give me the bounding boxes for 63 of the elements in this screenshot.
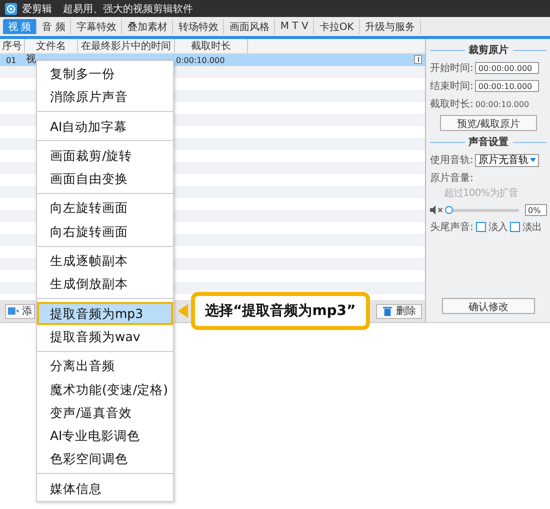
menu-item[interactable]: 分离出音频 — [37, 354, 173, 378]
checkbox-label: 淡入 — [488, 220, 508, 234]
column-header: 在最终影片中的时间 — [78, 39, 175, 53]
menu-item[interactable]: 变声/逼真音效 — [37, 400, 173, 424]
menu-item[interactable]: AI专业电影调色 — [37, 424, 173, 448]
menu-item[interactable]: 向右旋转画面 — [37, 220, 173, 244]
field-label: 使用音轨: — [430, 154, 474, 167]
time-field[interactable]: 00:00:00.000 — [475, 62, 540, 74]
time-field[interactable]: 00:00:10.000 — [475, 80, 540, 92]
tab[interactable]: 升级与服务 — [360, 19, 421, 34]
app-slogan: 超易用、强大的视频剪辑软件 — [63, 2, 193, 16]
checkbox-label: 淡出 — [522, 220, 542, 234]
field-label: 原片音量: — [430, 172, 474, 185]
length-value: 00:00:10.000 — [475, 100, 530, 108]
confirm-button[interactable]: 确认修改 — [442, 298, 535, 314]
menu-item[interactable]: AI自动加字幕 — [37, 114, 173, 138]
add-button[interactable]: 添 — [5, 304, 35, 318]
menu-item[interactable]: 生成倒放副本 — [37, 272, 173, 296]
menu-item[interactable]: 生成逐帧副本 — [37, 249, 173, 272]
section-title: 声音设置 — [468, 135, 508, 149]
volume-hint: 超过100%为扩音 — [444, 186, 518, 200]
add-file-icon — [8, 306, 19, 316]
menu-item[interactable]: 媒体信息 — [37, 476, 173, 500]
delete-button[interactable]: 删除 — [376, 304, 422, 318]
tab[interactable]: M T V — [275, 19, 314, 34]
pointer-arrow-icon — [178, 304, 188, 318]
track-dropdown[interactable]: 原片无音轨 — [475, 154, 540, 166]
caret-icon — [530, 158, 536, 162]
tab[interactable]: 叠加素材 — [122, 19, 174, 34]
menu-item[interactable]: 画面自由变换 — [37, 167, 173, 190]
menu-item[interactable]: 提取音频为mp3 — [37, 302, 173, 325]
tab[interactable]: 转场特效 — [173, 19, 224, 34]
menu-item[interactable]: 提取音频为wav — [37, 324, 173, 348]
column-header: 文件名 — [25, 39, 78, 53]
field-label: 结束时间: — [430, 80, 474, 93]
tab[interactable]: 字幕特效 — [71, 19, 122, 34]
section-title: 裁剪原片 — [468, 44, 508, 57]
tab[interactable]: 画面风格 — [224, 19, 276, 34]
column-header: 序号 — [0, 39, 25, 53]
checkbox[interactable] — [510, 222, 520, 232]
menu-item[interactable]: 消除原片声音 — [37, 85, 173, 109]
table-cell-text: 0:00:10.000 — [175, 56, 225, 64]
field-label: 头尾声音: — [430, 220, 474, 234]
logo-icon — [5, 2, 17, 14]
speaker-icon — [430, 205, 443, 215]
menu-item[interactable]: 色彩空间调色 — [37, 447, 173, 471]
table-cell-text: 01 — [5, 56, 18, 64]
preview-button[interactable]: 预览/截取原片 — [440, 115, 537, 131]
volume-field[interactable]: 0% — [525, 204, 547, 216]
callout: 选择“提取音频为mp3” — [191, 292, 370, 330]
menu-item[interactable]: 画面裁剪/旋转 — [37, 144, 173, 168]
menu-item[interactable]: 魔术功能(变速/定格) — [37, 378, 173, 401]
table-cell-text: 视 — [25, 54, 37, 66]
checkbox[interactable] — [476, 222, 486, 232]
trash-icon — [382, 306, 393, 316]
app-name: 爱剪辑 — [22, 2, 52, 16]
column-header: 截取时长 — [175, 39, 248, 53]
tab[interactable]: 音 频 — [37, 19, 72, 34]
field-label: 开始时间: — [430, 62, 474, 75]
menu-item[interactable]: 向左旋转画面 — [37, 196, 173, 220]
field-label: 截取时长: — [430, 98, 474, 111]
tab[interactable]: 卡拉OK — [314, 19, 360, 34]
row-menu-button[interactable] — [414, 55, 422, 64]
